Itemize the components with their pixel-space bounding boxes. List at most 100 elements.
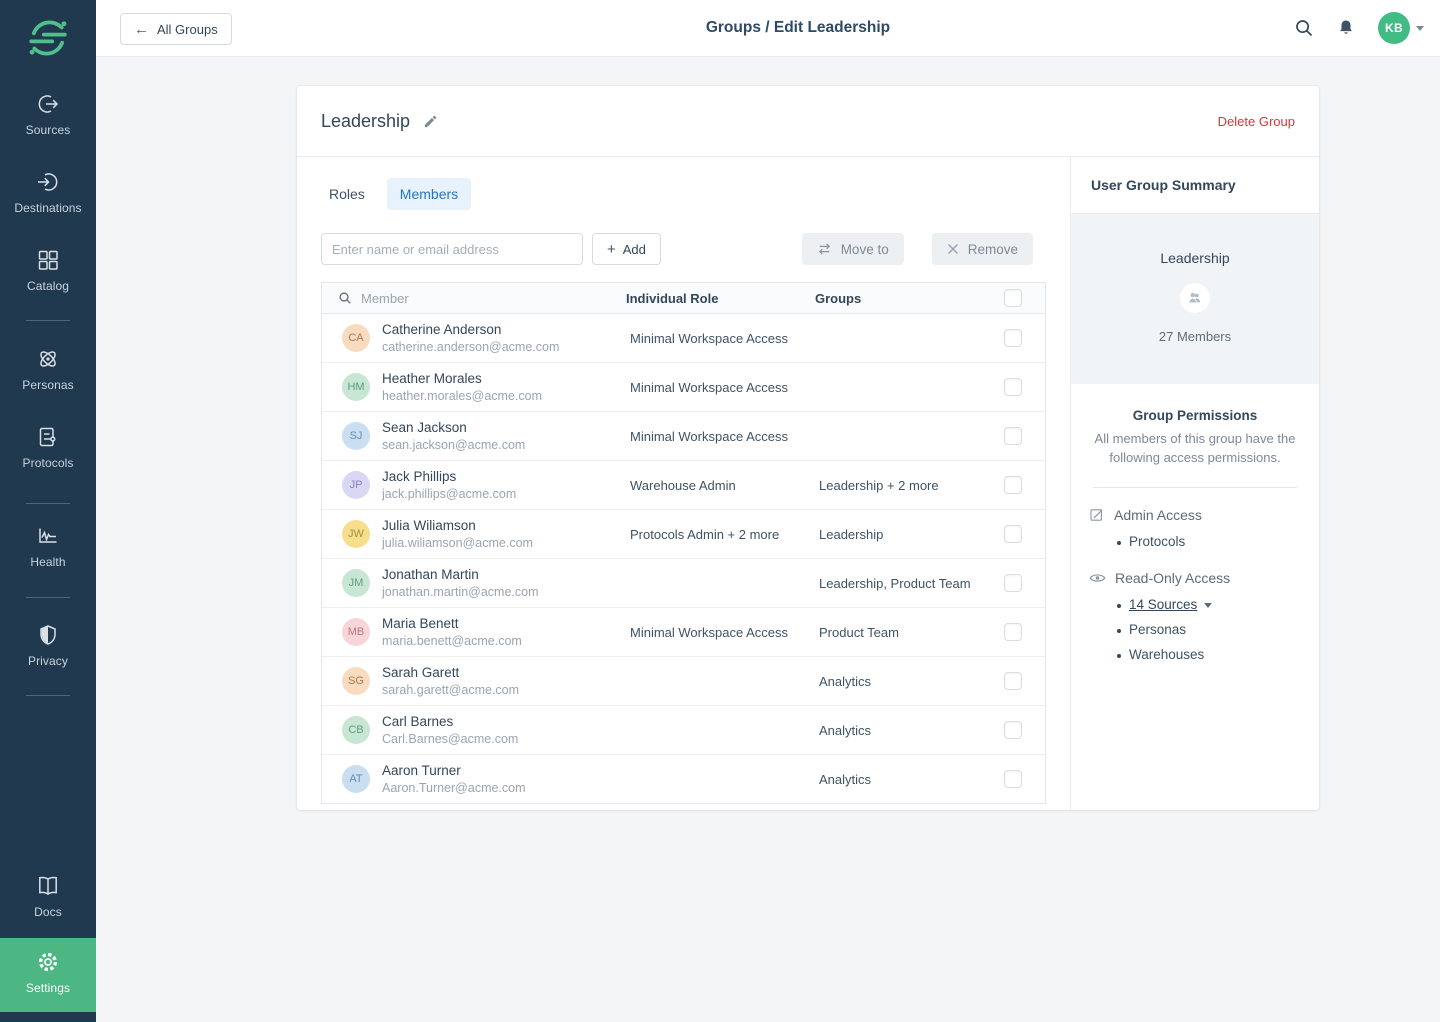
- sources-count-link[interactable]: 14 Sources: [1129, 597, 1197, 612]
- member-name: Sarah Garett: [382, 665, 519, 680]
- member-search-header[interactable]: Member: [322, 291, 626, 306]
- sidebar-item-catalog[interactable]: Catalog: [0, 248, 96, 293]
- sidebar-item-personas[interactable]: Personas: [0, 347, 96, 392]
- member-groups: Analytics: [819, 772, 983, 787]
- readonly-access-item: Warehouses: [1117, 642, 1301, 667]
- tabs: Roles Members: [321, 178, 1046, 210]
- back-button-label: All Groups: [157, 22, 218, 37]
- move-to-button[interactable]: Move to: [802, 233, 904, 265]
- member-avatar: JP: [342, 471, 370, 499]
- remove-label: Remove: [968, 242, 1018, 257]
- table-row: JW Julia Wiliamson julia.wiliamson@acme.…: [322, 510, 1045, 559]
- member-column-header: Member: [361, 291, 409, 306]
- add-member-button[interactable]: + Add: [592, 233, 661, 265]
- all-groups-back-button[interactable]: ← All Groups: [120, 13, 232, 45]
- search-icon: [338, 291, 352, 305]
- divider: [1093, 487, 1297, 488]
- summary-title: User Group Summary: [1071, 157, 1319, 214]
- summary-group-name: Leadership: [1071, 250, 1319, 266]
- member-name: Aaron Turner: [382, 763, 526, 778]
- segment-logo[interactable]: [0, 17, 96, 64]
- health-icon: [36, 524, 60, 548]
- edit-square-icon: [1089, 507, 1105, 523]
- member-search-input[interactable]: [321, 233, 583, 265]
- destinations-icon: [36, 170, 60, 194]
- admin-access-item: Protocols: [1117, 529, 1301, 554]
- sidebar-item-label: Protocols: [0, 456, 96, 470]
- edit-title-pencil-icon[interactable]: [423, 114, 438, 129]
- select-all-checkbox[interactable]: [1004, 289, 1022, 307]
- readonly-access-label: Read-Only Access: [1115, 570, 1230, 586]
- row-checkbox[interactable]: [1004, 427, 1022, 445]
- row-checkbox[interactable]: [1004, 672, 1022, 690]
- member-name: Julia Wiliamson: [382, 518, 533, 533]
- member-email: julia.wiliamson@acme.com: [382, 536, 533, 550]
- member-email: Aaron.Turner@acme.com: [382, 781, 526, 795]
- sidebar-item-sources[interactable]: Sources: [0, 92, 96, 137]
- table-row: AT Aaron Turner Aaron.Turner@acme.com An…: [322, 755, 1045, 803]
- member-email: sarah.garett@acme.com: [382, 683, 519, 697]
- member-email: jonathan.martin@acme.com: [382, 585, 539, 599]
- row-checkbox[interactable]: [1004, 378, 1022, 396]
- people-icon: [1187, 290, 1203, 306]
- group-avatar: [1180, 283, 1210, 313]
- member-avatar: JW: [342, 520, 370, 548]
- readonly-sources-item: 14 Sources: [1117, 592, 1301, 617]
- move-arrows-icon: [817, 242, 832, 256]
- member-role: Minimal Workspace Access: [630, 625, 819, 640]
- avatar[interactable]: KB: [1378, 12, 1410, 44]
- sidebar-item-label: Health: [0, 555, 96, 569]
- sidebar-item-protocols[interactable]: Protocols: [0, 425, 96, 470]
- member-name: Sean Jackson: [382, 420, 525, 435]
- row-checkbox[interactable]: [1004, 623, 1022, 641]
- table-row: CB Carl Barnes Carl.Barnes@acme.com Anal…: [322, 706, 1045, 755]
- member-name: Catherine Anderson: [382, 322, 559, 337]
- segment-logo-icon: [27, 17, 69, 59]
- search-icon[interactable]: [1294, 18, 1314, 38]
- row-checkbox[interactable]: [1004, 721, 1022, 739]
- member-role: Minimal Workspace Access: [630, 380, 819, 395]
- row-checkbox[interactable]: [1004, 525, 1022, 543]
- member-groups: Product Team: [819, 625, 983, 640]
- user-menu[interactable]: KB: [1378, 12, 1424, 44]
- sidebar-divider: [26, 503, 70, 504]
- delete-group-button[interactable]: Delete Group: [1218, 114, 1295, 129]
- chevron-down-icon[interactable]: [1204, 603, 1212, 608]
- member-email: sean.jackson@acme.com: [382, 438, 525, 452]
- sidebar-divider: [26, 597, 70, 598]
- member-avatar: MB: [342, 618, 370, 646]
- table-row: CA Catherine Anderson catherine.anderson…: [322, 314, 1045, 363]
- sidebar-item-health[interactable]: Health: [0, 524, 96, 569]
- sidebar-item-privacy[interactable]: Privacy: [0, 623, 96, 668]
- member-avatar: AT: [342, 765, 370, 793]
- member-groups: Leadership + 2 more: [819, 478, 983, 493]
- member-role: Warehouse Admin: [630, 478, 819, 493]
- table-header-row: Member Individual Role Groups: [322, 283, 1045, 314]
- topbar: ← All Groups Groups / Edit Leadership KB: [96, 0, 1440, 57]
- sources-icon: [36, 92, 60, 116]
- permissions-description: All members of this group have the follo…: [1089, 430, 1301, 468]
- row-checkbox[interactable]: [1004, 329, 1022, 347]
- row-checkbox[interactable]: [1004, 574, 1022, 592]
- group-title: Leadership: [321, 111, 410, 132]
- remove-button[interactable]: Remove: [932, 233, 1033, 265]
- tab-members[interactable]: Members: [387, 178, 471, 210]
- personas-icon: [36, 347, 60, 371]
- sidebar-item-docs[interactable]: Docs: [0, 874, 96, 919]
- member-name: Carl Barnes: [382, 714, 518, 729]
- sidebar-item-destinations[interactable]: Destinations: [0, 170, 96, 215]
- user-group-summary-panel: User Group Summary Leadership 27 Members…: [1070, 157, 1319, 810]
- member-role: Protocols Admin + 2 more: [630, 527, 819, 542]
- role-column-header: Individual Role: [626, 291, 815, 306]
- admin-access-row: Admin Access: [1089, 507, 1301, 523]
- row-checkbox[interactable]: [1004, 770, 1022, 788]
- table-row: SJ Sean Jackson sean.jackson@acme.com Mi…: [322, 412, 1045, 461]
- notifications-bell-icon[interactable]: [1336, 18, 1356, 38]
- sidebar-item-settings[interactable]: Settings: [0, 938, 96, 1012]
- tab-roles[interactable]: Roles: [321, 178, 373, 210]
- card-header: Leadership Delete Group: [297, 86, 1319, 157]
- summary-group-block: Leadership 27 Members: [1071, 214, 1319, 384]
- member-groups: Leadership, Product Team: [819, 576, 983, 591]
- row-checkbox[interactable]: [1004, 476, 1022, 494]
- member-avatar: JM: [342, 569, 370, 597]
